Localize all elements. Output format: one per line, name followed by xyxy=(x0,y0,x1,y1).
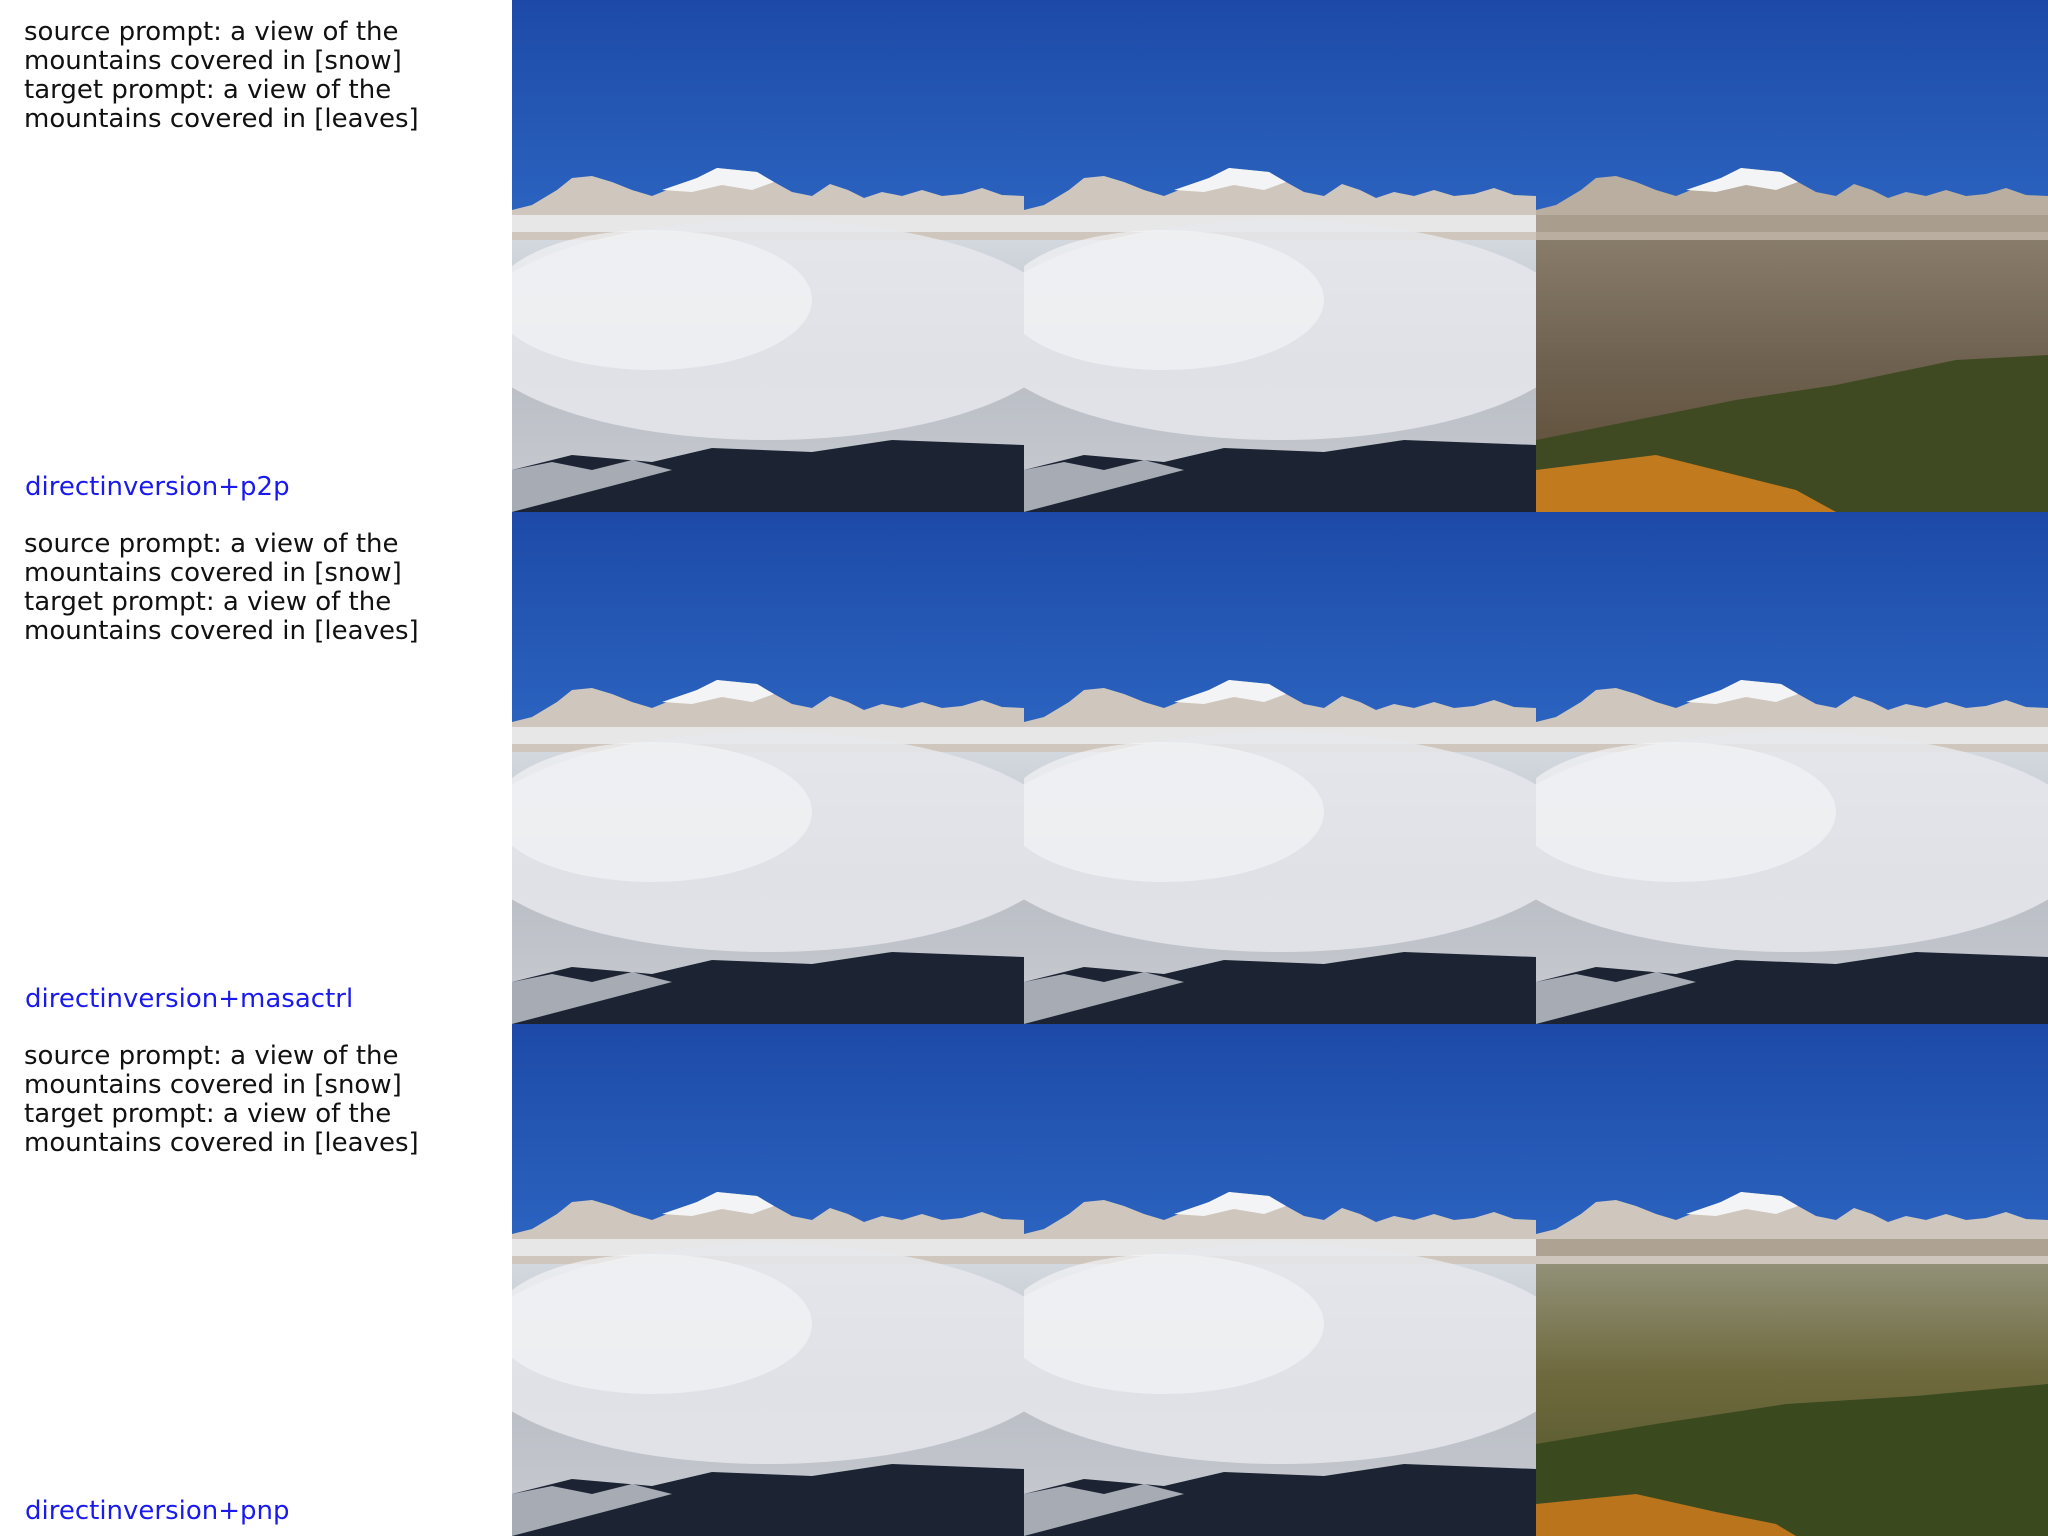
image-panel xyxy=(512,512,1024,1024)
image-panel xyxy=(1024,1024,1536,1536)
method-label: directinversion+masactrl xyxy=(25,984,354,1014)
result-row: source prompt: a view of the mountains c… xyxy=(0,1024,2048,1536)
method-label: directinversion+p2p xyxy=(25,472,290,502)
prompt-text: source prompt: a view of the mountains c… xyxy=(24,17,419,134)
row-label-panel: source prompt: a view of the mountains c… xyxy=(0,1024,512,1536)
snow-band xyxy=(1536,215,2048,232)
prompt-text: source prompt: a view of the mountains c… xyxy=(24,529,419,646)
image-panel xyxy=(512,1024,1024,1536)
result-row: source prompt: a view of the mountains c… xyxy=(0,0,2048,512)
method-label: directinversion+pnp xyxy=(25,1496,290,1526)
snow-band xyxy=(1536,1239,2048,1256)
result-row: source prompt: a view of the mountains c… xyxy=(0,512,2048,1024)
row-label-panel: source prompt: a view of the mountains c… xyxy=(0,512,512,1024)
prompt-text: source prompt: a view of the mountains c… xyxy=(24,1041,419,1158)
image-panel xyxy=(1536,0,2048,512)
image-panel xyxy=(1024,0,1536,512)
row-label-panel: source prompt: a view of the mountains c… xyxy=(0,0,512,512)
image-panel xyxy=(1536,1024,2048,1536)
image-panel xyxy=(1536,512,2048,1024)
image-panel xyxy=(1024,512,1536,1024)
image-panel xyxy=(512,0,1024,512)
